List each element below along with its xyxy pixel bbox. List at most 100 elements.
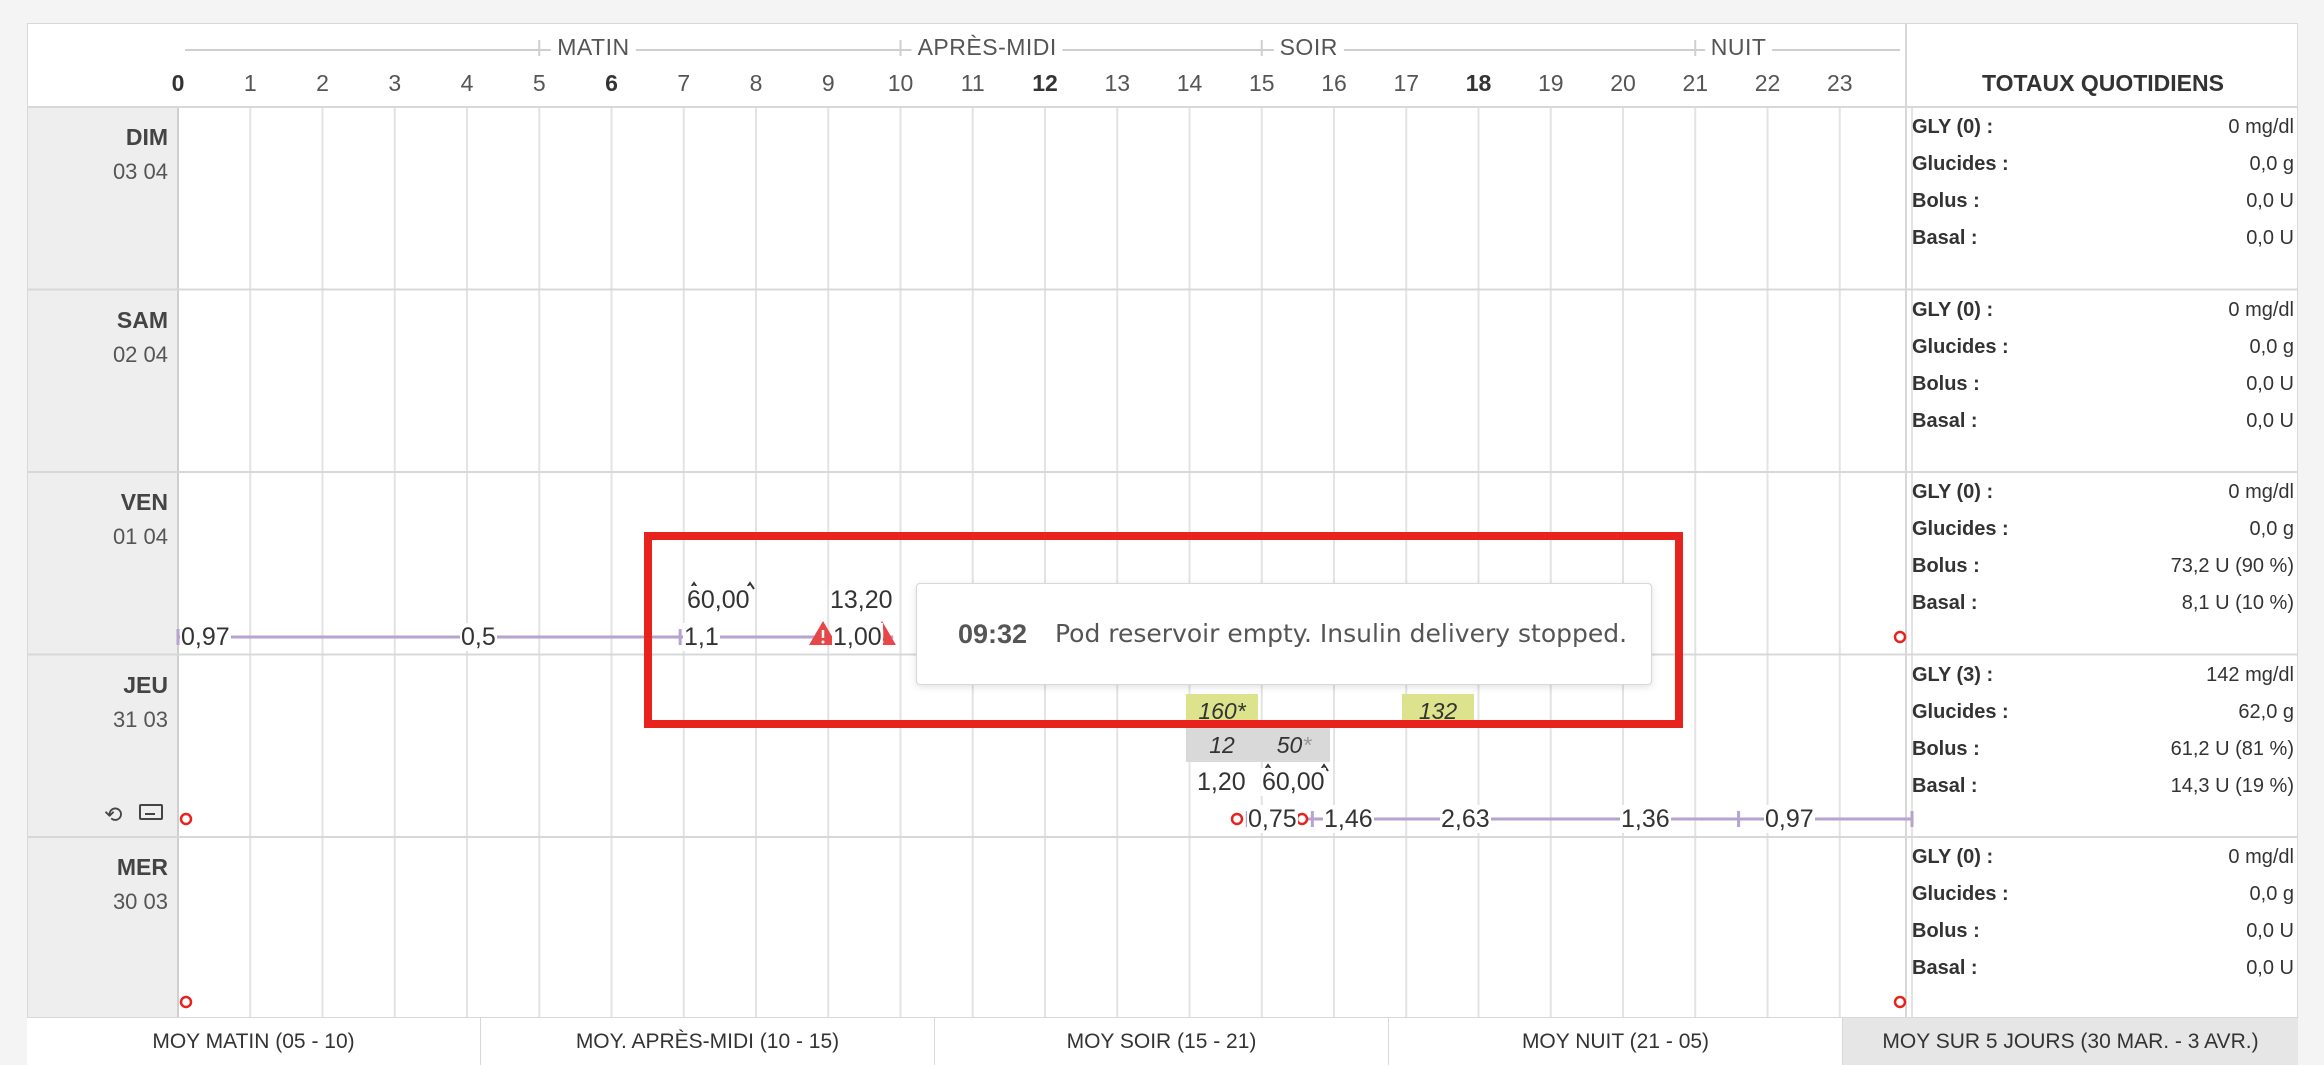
ven-bolus-value[interactable]: 13,20 xyxy=(829,586,894,614)
carbs-entry[interactable]: 12 xyxy=(1186,728,1258,762)
hour-label: 4 xyxy=(460,70,474,96)
ven-basal-value: 1,00 xyxy=(832,623,883,651)
tab-moy-apres-midi[interactable]: MOY. APRÈS-MIDI (10 - 15) xyxy=(481,1018,935,1065)
day-label: JEU 31 03 xyxy=(28,672,168,733)
tab-moy-matin[interactable]: MOY MATIN (05 - 10) xyxy=(27,1018,481,1065)
hour-label: 8 xyxy=(749,70,763,96)
total-value: 0,0 U xyxy=(2246,227,2294,249)
pump-event-marker[interactable] xyxy=(1295,812,1309,826)
hour-label: 9 xyxy=(821,70,835,96)
total-label: Bolus : xyxy=(1912,737,1980,760)
hour-label: 18 xyxy=(1465,70,1492,96)
hour-label: 7 xyxy=(677,70,691,96)
jeu-basal-value: 0,97 xyxy=(1764,805,1815,833)
total-label: Basal : xyxy=(1912,592,1978,614)
hour-label: 23 xyxy=(1826,70,1853,96)
total-label: Bolus : xyxy=(1912,555,1980,577)
hour-label: 13 xyxy=(1104,70,1131,96)
total-value: 0,0 U xyxy=(2246,920,2294,942)
day-date: 03 04 xyxy=(112,159,168,184)
total-label: Bolus : xyxy=(1912,920,1980,942)
hour-label: 19 xyxy=(1537,70,1564,96)
tab-moy-nuit[interactable]: MOY NUIT (21 - 05) xyxy=(1389,1018,1843,1065)
pump-event-marker[interactable] xyxy=(179,812,193,826)
ven-basal-value: 1,1 xyxy=(683,623,720,651)
total-value: 62,0 g xyxy=(2238,700,2294,723)
total-value: 0 mg/dl xyxy=(2228,298,2294,321)
day-name: VEN xyxy=(120,489,168,515)
hour-label: 11 xyxy=(960,70,985,96)
pump-event-marker[interactable] xyxy=(1893,995,1907,1009)
hour-label: 15 xyxy=(1248,70,1275,96)
period-label: NUIT xyxy=(1704,34,1773,61)
alert-icon-dot xyxy=(821,640,825,644)
total-label: Bolus : xyxy=(1912,190,1980,212)
total-value: 0,0 g xyxy=(2249,518,2294,540)
pump-event-marker[interactable] xyxy=(1230,812,1244,826)
refresh-icon[interactable]: ⟲ xyxy=(104,802,122,828)
jeu-bolus-value[interactable]: 60,00 xyxy=(1261,768,1326,796)
total-label: Basal : xyxy=(1912,957,1978,979)
total-value: 0,0 U xyxy=(2246,372,2294,395)
device-icon[interactable] xyxy=(139,804,163,820)
total-label: GLY (0) : xyxy=(1912,298,1994,321)
day-name: DIM xyxy=(125,124,168,150)
total-label: Glucides : xyxy=(1912,335,2009,358)
day-name: SAM xyxy=(116,306,168,333)
total-label: Bolus : xyxy=(1912,372,1980,395)
totals-title: TOTAUX QUOTIDIENS xyxy=(1982,70,2224,96)
total-value: 0 mg/dl xyxy=(2228,116,2294,138)
jeu-basal-value: 0,75 xyxy=(1247,805,1298,833)
jeu-basal-value: 1,36 xyxy=(1620,805,1671,833)
hour-label: 2 xyxy=(316,70,329,96)
total-label: Basal : xyxy=(1912,774,1978,797)
total-value: 0,0 U xyxy=(2246,957,2294,979)
pump-event-marker[interactable] xyxy=(1893,630,1907,644)
glucose-reading[interactable]: 160* xyxy=(1186,694,1258,728)
period-label: MATIN xyxy=(551,34,636,61)
jeu-basal-value: 1,46 xyxy=(1323,805,1374,833)
hour-label: 0 xyxy=(171,70,185,96)
glucose-reading[interactable]: 132 xyxy=(1402,694,1474,728)
total-value: 8,1 U (10 %) xyxy=(2181,592,2294,614)
hour-label: 21 xyxy=(1682,70,1709,96)
total-value: 0 mg/dl xyxy=(2228,846,2294,868)
total-value: 0,0 g xyxy=(2249,335,2294,358)
tab-moy-soir[interactable]: MOY SOIR (15 - 21) xyxy=(935,1018,1389,1065)
total-value: 0 mg/dl xyxy=(2228,481,2294,503)
event-tooltip: 09:32 Pod reservoir empty. Insulin deliv… xyxy=(916,583,1652,685)
hour-label: 6 xyxy=(605,70,618,96)
total-value: 0,0 U xyxy=(2246,190,2294,212)
hour-label: 20 xyxy=(1610,70,1636,96)
total-value: 73,2 U (90 %) xyxy=(2170,555,2294,577)
pump-event-marker[interactable] xyxy=(179,995,193,1009)
tab-moy-5-jours[interactable]: MOY SUR 5 JOURS (30 MAR. - 3 AVR.) xyxy=(1843,1018,2298,1065)
ven-basal-value: 0,97 xyxy=(180,623,231,651)
day-date: 01 04 xyxy=(112,524,168,549)
jeu-bolus-value[interactable]: 1,20 xyxy=(1196,768,1247,796)
hour-label: 17 xyxy=(1393,70,1420,96)
day-label: SAM 02 04 xyxy=(28,307,168,368)
ven-bolus-value[interactable]: 60,00 xyxy=(686,586,751,614)
jeu-basal-value: 2,63 xyxy=(1440,805,1491,833)
total-value: 0,0 g xyxy=(2249,153,2294,175)
hour-label: 1 xyxy=(243,70,257,96)
hour-label: 10 xyxy=(887,70,914,96)
total-label: Glucides : xyxy=(1912,153,2009,175)
total-label: GLY (3) : xyxy=(1912,663,1994,686)
total-label: Basal : xyxy=(1912,409,1978,432)
hour-label: 22 xyxy=(1754,70,1781,96)
tooltip-time: 09:32 xyxy=(958,619,1028,649)
total-value: 14,3 U (19 %) xyxy=(2170,774,2294,797)
hour-label: 12 xyxy=(1032,70,1058,96)
day-date: 30 03 xyxy=(112,889,168,914)
total-label: Basal : xyxy=(1912,227,1978,249)
total-label: Glucides : xyxy=(1912,700,2009,723)
day-name: MER xyxy=(116,854,168,880)
day-date: 31 03 xyxy=(112,706,168,732)
total-label: GLY (0) : xyxy=(1912,481,1994,503)
hour-label: 16 xyxy=(1321,70,1347,96)
carbs-entry[interactable]: 50* xyxy=(1258,728,1330,762)
total-label: GLY (0) : xyxy=(1912,846,1994,868)
total-value: 61,2 U (81 %) xyxy=(2170,737,2294,760)
